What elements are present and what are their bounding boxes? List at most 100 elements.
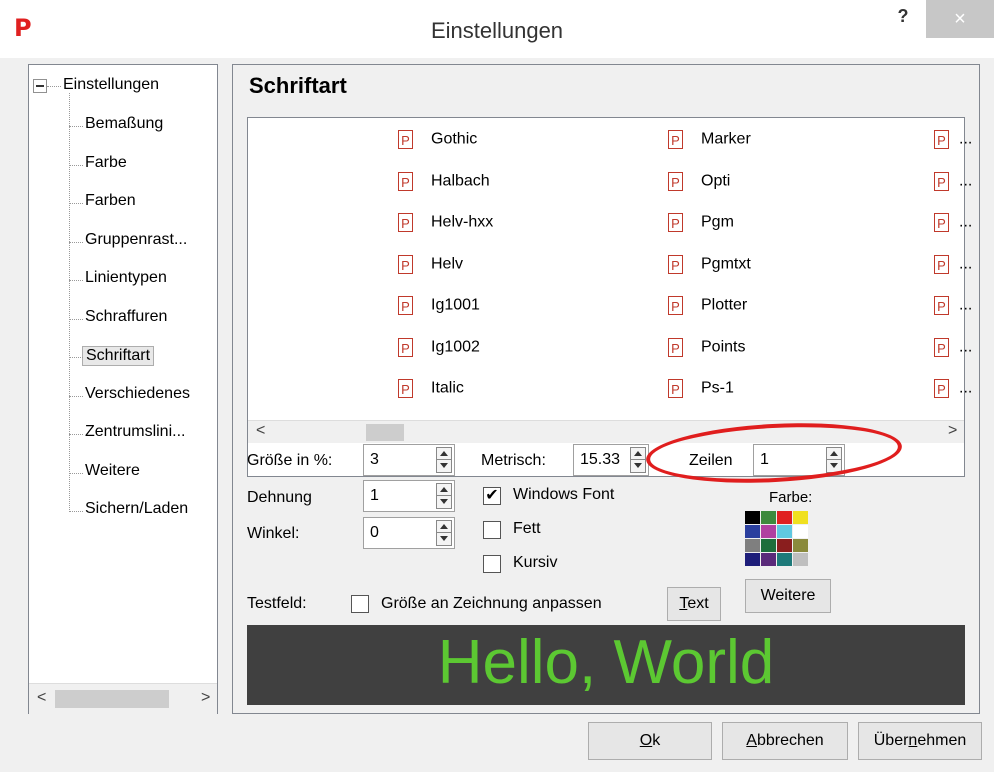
font-file-icon: P [398, 130, 413, 149]
font-list-item[interactable]: P Points [668, 337, 745, 360]
tree-item[interactable]: Weitere [85, 462, 140, 480]
fit-drawing-checkbox[interactable] [351, 595, 369, 613]
scroll-right-icon[interactable]: > [948, 422, 957, 440]
font-name: Helv [431, 255, 464, 272]
font-list-item[interactable]: P Halbach [398, 171, 490, 194]
font-list-item[interactable]: P... [934, 337, 972, 360]
tree-root-label[interactable]: Einstellungen [63, 76, 159, 94]
font-list-item[interactable]: P Marker [668, 130, 751, 152]
font-list-item[interactable]: P... [934, 296, 972, 318]
tree-item[interactable]: Gruppenrast... [85, 231, 187, 249]
font-list-item[interactable]: P Plotter [668, 296, 747, 318]
color-swatch[interactable] [793, 525, 808, 538]
tree-item[interactable]: Schraffuren [85, 308, 167, 326]
ok-button[interactable]: Ok [588, 722, 712, 760]
color-swatch[interactable] [761, 539, 776, 552]
color-palette[interactable] [745, 511, 815, 573]
angle-stepper[interactable]: 0 [363, 517, 455, 549]
font-name: Ig1002 [431, 338, 480, 355]
tree-item[interactable]: Sichern/Laden [85, 500, 188, 518]
stretch-stepper[interactable]: 1 [363, 480, 455, 512]
spin-arrows-icon[interactable] [630, 447, 646, 473]
stretch-label: Dehnung [247, 489, 312, 506]
color-swatch[interactable] [745, 553, 760, 566]
color-swatch[interactable] [761, 511, 776, 524]
lines-value: 1 [760, 451, 769, 468]
spin-arrows-icon[interactable] [436, 483, 452, 509]
font-list-item[interactable]: P... [934, 171, 972, 194]
scroll-left-icon[interactable]: < [37, 689, 46, 707]
color-swatch[interactable] [777, 553, 792, 566]
font-name: ... [959, 255, 973, 272]
color-swatch[interactable] [777, 539, 792, 552]
font-list[interactable]: P Gothic P Halbach P Helv-hxx P Helv P Ig1001 P Ig1… [247, 117, 972, 477]
italic-checkbox[interactable] [483, 555, 501, 573]
tree-item[interactable]: Farben [85, 192, 136, 210]
close-button[interactable]: × [926, 0, 994, 38]
font-list-item[interactable]: P... [934, 213, 972, 235]
help-button[interactable]: ? [890, 6, 916, 34]
scroll-left-icon[interactable]: < [256, 422, 265, 440]
lines-stepper[interactable]: 1 [753, 444, 845, 476]
font-file-icon: P [934, 337, 949, 357]
size-stepper[interactable]: 3 [363, 444, 455, 476]
tree-item[interactable]: Farbe [85, 154, 127, 172]
font-list-item[interactable]: P Ps-1 [668, 379, 734, 401]
spin-arrows-icon[interactable] [436, 520, 452, 546]
font-file-icon: P [398, 296, 413, 315]
scroll-right-icon[interactable]: > [201, 689, 210, 707]
font-list-item[interactable]: P Pgmtxt [668, 254, 751, 277]
preview-text: Hello, World [437, 628, 775, 697]
cancel-button[interactable]: Abbrechen [722, 722, 848, 760]
angle-value: 0 [370, 524, 379, 541]
color-swatch[interactable] [793, 511, 808, 524]
font-list-item[interactable]: P Helv [398, 254, 464, 277]
color-swatch[interactable] [777, 525, 792, 538]
font-list-item[interactable]: P Italic [398, 379, 464, 401]
font-list-item[interactable]: P... [934, 379, 972, 401]
font-file-icon: P [668, 213, 683, 232]
metric-stepper[interactable]: 15.33 [573, 444, 649, 476]
color-swatch[interactable] [793, 553, 808, 566]
font-list-horizontal-scrollbar[interactable]: < > [248, 420, 964, 443]
spin-arrows-icon[interactable] [826, 447, 842, 473]
spin-arrows-icon[interactable] [436, 447, 452, 473]
windows-font-label: Windows Font [513, 486, 615, 503]
tree-item[interactable]: Verschiedenes [85, 385, 190, 403]
tree-horizontal-scrollbar[interactable]: < > [29, 683, 217, 714]
more-colors-button[interactable]: Weitere [745, 579, 831, 613]
font-list-item[interactable]: P Ig1002 [398, 337, 480, 360]
color-swatch[interactable] [761, 553, 776, 566]
font-list-item[interactable]: P Gothic [398, 130, 477, 152]
tree-item[interactable]: Bemaßung [85, 115, 163, 133]
color-label: Farbe: [769, 489, 813, 506]
font-list-item[interactable]: P Pgm [668, 213, 734, 235]
scroll-thumb[interactable] [366, 424, 404, 441]
tree-item[interactable]: Zentrumslini... [85, 423, 185, 441]
color-swatch[interactable] [793, 539, 808, 552]
bold-checkbox[interactable] [483, 521, 501, 539]
scroll-thumb[interactable] [55, 690, 169, 708]
font-name: Plotter [701, 296, 748, 314]
color-swatch[interactable] [761, 525, 776, 538]
windows-font-checkbox[interactable]: ✔ [483, 487, 501, 505]
color-swatch[interactable] [745, 539, 760, 552]
tree-item[interactable]: Schriftart [82, 346, 155, 366]
font-list-item[interactable]: P Helv-hxx [398, 213, 493, 235]
size-value: 3 [370, 451, 379, 468]
color-swatch[interactable] [745, 511, 760, 524]
apply-button[interactable]: Übernehmen [858, 722, 982, 760]
font-list-item[interactable]: P... [934, 254, 973, 277]
text-button[interactable]: Text [667, 587, 721, 621]
font-list-item[interactable]: P Ig1001 [398, 296, 480, 318]
angle-label: Winkel: [247, 525, 300, 542]
color-swatch[interactable] [777, 511, 792, 524]
font-name: Marker [701, 130, 751, 148]
settings-tree[interactable]: Einstellungen Bemaßung Farbe Farben Gruppen… [28, 64, 218, 714]
font-list-item[interactable]: P Opti [668, 171, 730, 194]
testfield-label: Testfeld: [247, 595, 307, 612]
collapse-toggle-icon[interactable] [33, 79, 47, 93]
font-list-item[interactable]: P... [934, 130, 972, 152]
color-swatch[interactable] [745, 525, 760, 538]
tree-item[interactable]: Linientypen [85, 269, 167, 287]
